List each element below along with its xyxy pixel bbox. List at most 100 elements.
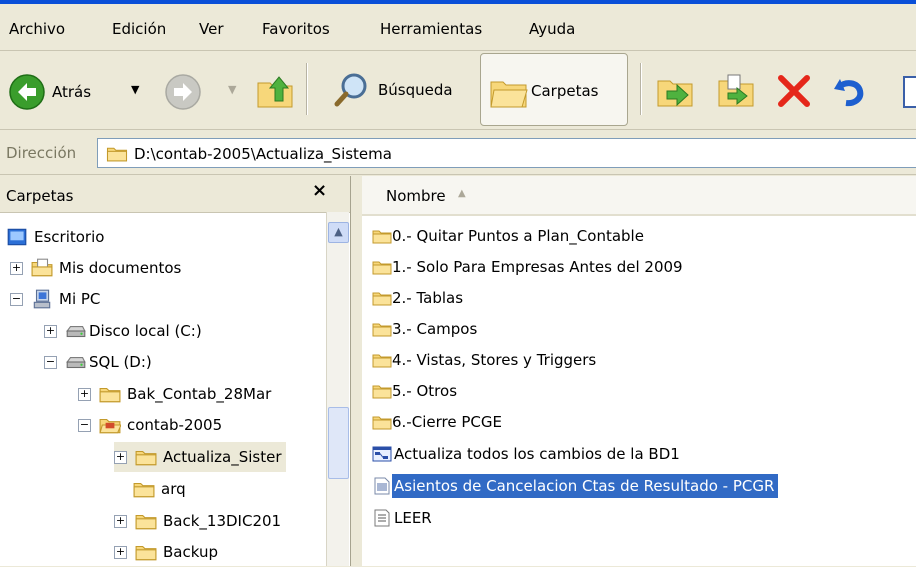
address-field[interactable]: D:\contab-2005\Actualiza_Sistema	[97, 138, 916, 168]
file-name: Actualiza todos los cambios de la BD1	[394, 445, 680, 463]
folder-icon	[133, 479, 155, 499]
toolbar: Atrás ▼ ▼ Búsqueda Carpetas	[0, 51, 916, 130]
menu-ayuda[interactable]: Ayuda	[529, 20, 575, 38]
tree-item-mi-pc[interactable]: − Mi PC	[10, 284, 100, 314]
views-button[interactable]	[900, 75, 916, 109]
folders-pane-title: Carpetas	[6, 187, 74, 205]
drive-icon	[65, 321, 87, 341]
address-bar: Dirección D:\contab-2005\Actualiza_Siste…	[0, 130, 916, 175]
list-item[interactable]: 0.- Quitar Puntos a Plan_Contable	[372, 222, 644, 250]
folder-icon	[372, 320, 392, 338]
menu-favoritos[interactable]: Favoritos	[262, 20, 330, 38]
file-name: 0.- Quitar Puntos a Plan_Contable	[392, 227, 644, 245]
tree-item-label: Disco local (C:)	[89, 322, 202, 340]
tree-item-mis-documentos[interactable]: + Mis documentos	[10, 253, 181, 283]
expand-icon[interactable]: +	[114, 514, 127, 528]
dts-package-icon	[372, 445, 392, 463]
folder-icon	[135, 511, 157, 531]
list-item-selected[interactable]: Asientos de Cancelacion Ctas de Resultad…	[372, 472, 779, 500]
expand-icon[interactable]: +	[78, 387, 91, 401]
list-item[interactable]: 2.- Tablas	[372, 284, 463, 312]
menu-edicion[interactable]: Edición	[112, 20, 166, 38]
sql-file-icon	[372, 477, 392, 495]
up-folder-button[interactable]	[255, 71, 295, 111]
up-folder-icon	[257, 76, 293, 108]
file-name: Asientos de Cancelacion Ctas de Resultad…	[392, 474, 779, 498]
folder-icon	[372, 351, 392, 369]
my-computer-icon	[31, 289, 53, 309]
expand-icon[interactable]: +	[114, 545, 127, 559]
back-dropdown-icon[interactable]: ▼	[131, 83, 139, 96]
delete-icon	[778, 75, 810, 107]
undo-icon	[834, 79, 864, 107]
file-name: 3.- Campos	[392, 320, 478, 338]
collapse-icon[interactable]: −	[78, 418, 91, 432]
tree-item-arq[interactable]: arq	[133, 474, 186, 504]
back-button[interactable]: Atrás	[8, 73, 91, 111]
back-label: Atrás	[52, 83, 92, 101]
list-item[interactable]: Actualiza todos los cambios de la BD1	[372, 440, 680, 468]
collapse-icon[interactable]: −	[44, 355, 57, 369]
expand-icon[interactable]: +	[10, 261, 23, 275]
move-to-icon	[657, 80, 693, 107]
folder-icon	[372, 227, 392, 245]
back-arrow-icon	[9, 74, 45, 110]
file-name: 6.-Cierre PCGE	[392, 413, 502, 431]
undo-button[interactable]	[830, 73, 868, 109]
open-folder-icon	[99, 415, 121, 435]
folder-icon	[135, 542, 157, 562]
tree-item-label: contab-2005	[127, 416, 223, 434]
tree-item-sql-drive[interactable]: − SQL (D:)	[44, 347, 152, 377]
tree-item-bak-contab[interactable]: + Bak_Contab_28Mar	[78, 379, 271, 409]
list-item[interactable]: 6.-Cierre PCGE	[372, 408, 502, 436]
toolbar-separator	[640, 63, 642, 115]
collapse-icon[interactable]: −	[10, 292, 23, 306]
tree-item-back-13dic[interactable]: + Back_13DIC201	[114, 506, 281, 536]
tree-item-label: Backup	[163, 543, 218, 561]
move-to-button[interactable]	[655, 71, 695, 111]
tree-item-actualiza-sistema[interactable]: + Actualiza_Sister	[114, 442, 286, 472]
tree-item-escritorio[interactable]: Escritorio	[6, 222, 104, 252]
desktop-icon	[6, 227, 28, 247]
expand-icon[interactable]: +	[44, 324, 57, 338]
search-label: Búsqueda	[378, 81, 453, 99]
file-name: 1.- Solo Para Empresas Antes del 2009	[392, 258, 683, 276]
menu-ver[interactable]: Ver	[199, 20, 224, 38]
list-item[interactable]: 1.- Solo Para Empresas Antes del 2009	[372, 253, 683, 281]
folders-pane: Carpetas × Escritorio + Mis documentos −…	[0, 176, 350, 566]
views-icon	[903, 76, 916, 108]
menu-herramientas[interactable]: Herramientas	[380, 20, 482, 38]
tree-item-backup[interactable]: + Backup	[114, 537, 218, 567]
tree-item-label: Escritorio	[34, 228, 105, 246]
scrollbar-thumb[interactable]	[328, 407, 349, 479]
expand-icon[interactable]: +	[114, 450, 127, 464]
close-icon[interactable]: ×	[312, 180, 327, 201]
folder-icon	[372, 413, 392, 431]
file-name: 4.- Vistas, Stores y Triggers	[392, 351, 597, 369]
folders-button[interactable]: Carpetas	[480, 53, 628, 126]
menu-archivo[interactable]: Archivo	[9, 20, 65, 38]
tree-item-label: Mis documentos	[59, 259, 182, 277]
tree-item-contab-2005[interactable]: − contab-2005	[78, 410, 222, 440]
copy-to-button[interactable]	[716, 71, 756, 111]
drive-icon	[65, 352, 87, 372]
search-button[interactable]: Búsqueda	[334, 71, 453, 109]
menu-bar: Archivo Edición Ver Favoritos Herramient…	[0, 4, 916, 51]
tree-item-label: Actualiza_Sister	[163, 448, 282, 466]
forward-button[interactable]	[164, 73, 202, 111]
list-item[interactable]: 4.- Vistas, Stores y Triggers	[372, 346, 596, 374]
delete-button[interactable]	[776, 73, 812, 109]
list-item[interactable]: 5.- Otros	[372, 377, 457, 405]
folder-icon	[135, 447, 157, 467]
toolbar-separator	[306, 63, 308, 115]
scroll-up-icon[interactable]: ▲	[328, 222, 349, 243]
folders-pane-header: Carpetas ×	[0, 176, 350, 213]
folder-icon	[372, 382, 392, 400]
column-header-nombre[interactable]: Nombre ▲	[362, 176, 916, 216]
file-list-pane: Nombre ▲ 0.- Quitar Puntos a Plan_Contab…	[362, 176, 916, 566]
address-label: Dirección	[6, 144, 77, 162]
tree-item-disco-local[interactable]: + Disco local (C:)	[44, 316, 202, 346]
list-item[interactable]: LEER	[372, 504, 432, 532]
list-item[interactable]: 3.- Campos	[372, 315, 477, 343]
tree-scrollbar[interactable]: ▲	[326, 212, 349, 566]
